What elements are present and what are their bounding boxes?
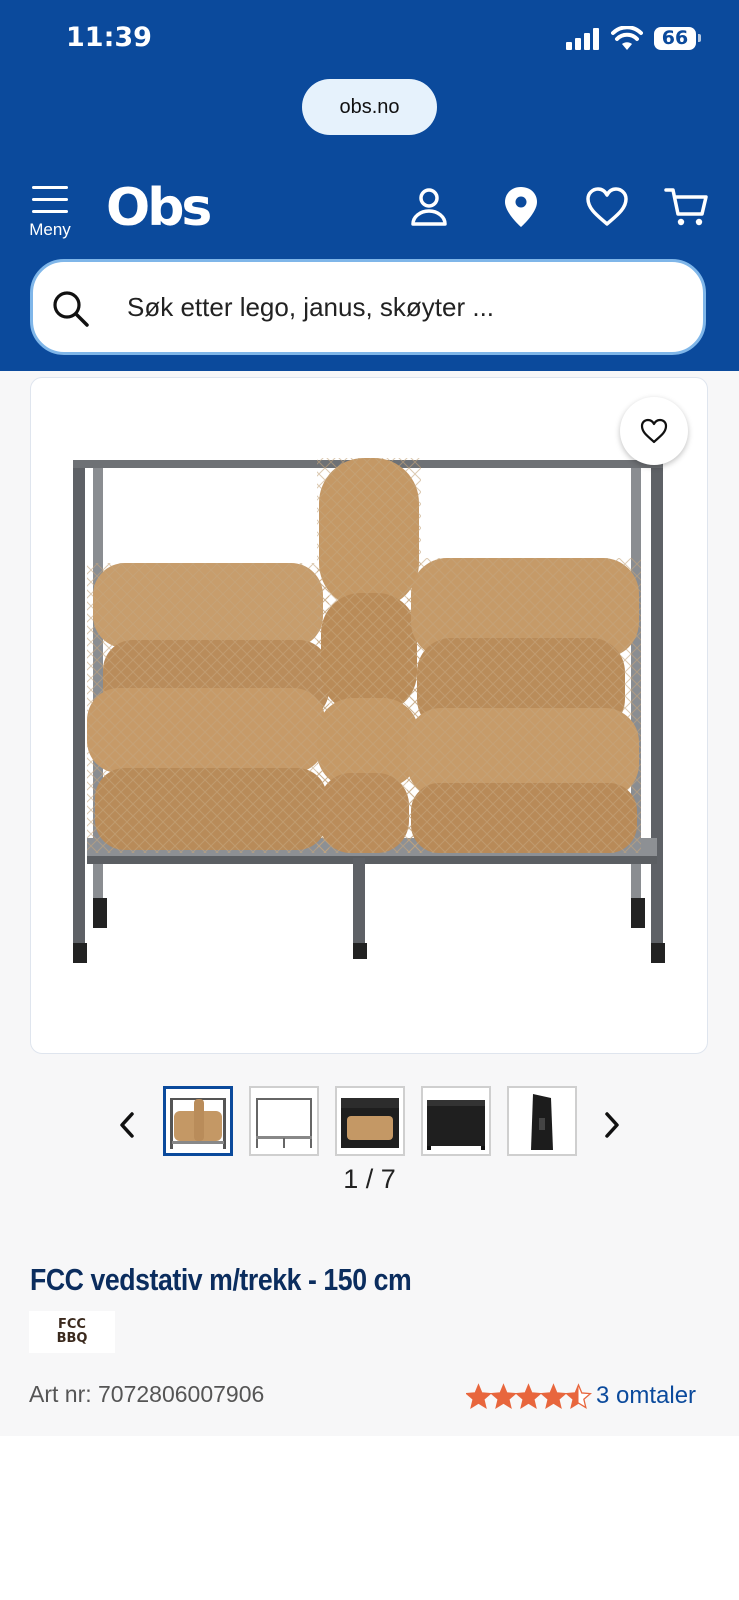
thumbnail-5[interactable] [507,1086,577,1156]
heart-outline-icon [640,418,668,444]
rating-stars [466,1383,592,1409]
battery-level: 66 [654,27,696,50]
thumbnail-2[interactable] [249,1086,319,1156]
chevron-right-icon[interactable] [602,1110,622,1140]
chevron-left-icon[interactable] [117,1110,137,1140]
thumbnail-4[interactable] [421,1086,491,1156]
thumbnail-3[interactable] [335,1086,405,1156]
thumb-rack-with-cover-open [341,1098,399,1148]
star-icon [466,1383,492,1409]
thumb-rack-with-firewood [170,1098,226,1149]
image-carousel [0,1086,739,1161]
search-icon [53,291,89,327]
thumb-rack-covered [427,1100,485,1150]
add-to-favorites-button[interactable] [620,397,688,465]
star-icon [540,1383,567,1409]
menu-button[interactable]: Meny [26,186,74,240]
image-counter: 1 / 7 [343,1164,396,1194]
obs-logo[interactable]: Obs [106,178,212,238]
signal-icon [566,26,604,52]
url-bar[interactable]: obs.no [302,79,437,135]
article-number: Art nr: 7072806007906 [29,1381,265,1407]
star-icon [515,1383,542,1409]
cart-icon[interactable] [664,184,710,230]
reviews-link[interactable]: 3 omtaler [596,1382,696,1410]
location-pin-icon[interactable] [498,184,544,230]
search-input[interactable]: Søk etter lego, janus, skøyter ... [30,259,706,355]
thumb-empty-rack [256,1098,312,1148]
star-icon [565,1383,592,1409]
heart-icon[interactable] [584,184,630,230]
brand-logo-text: FCC BBQ [56,1317,88,1346]
search-placeholder: Søk etter lego, janus, skøyter ... [127,292,495,322]
firewood-rack-image [73,458,665,963]
site-header: 11:39 66 obs.no Meny Obs Søk etter lego,… [0,0,739,371]
status-time: 11:39 [66,22,152,53]
wifi-icon [611,26,643,50]
thumbnail-1[interactable] [163,1086,233,1156]
user-icon[interactable] [406,184,452,230]
menu-label: Meny [29,220,71,239]
battery-cap [698,34,701,42]
hamburger-icon [26,186,74,213]
star-icon [490,1383,517,1409]
thumb-rack-cover-side [531,1094,553,1150]
brand-logo[interactable]: FCC BBQ [29,1311,115,1353]
product-main-image[interactable] [30,377,708,1054]
product-title: FCC vedstativ m/trekk - 150 cm [30,1262,412,1297]
